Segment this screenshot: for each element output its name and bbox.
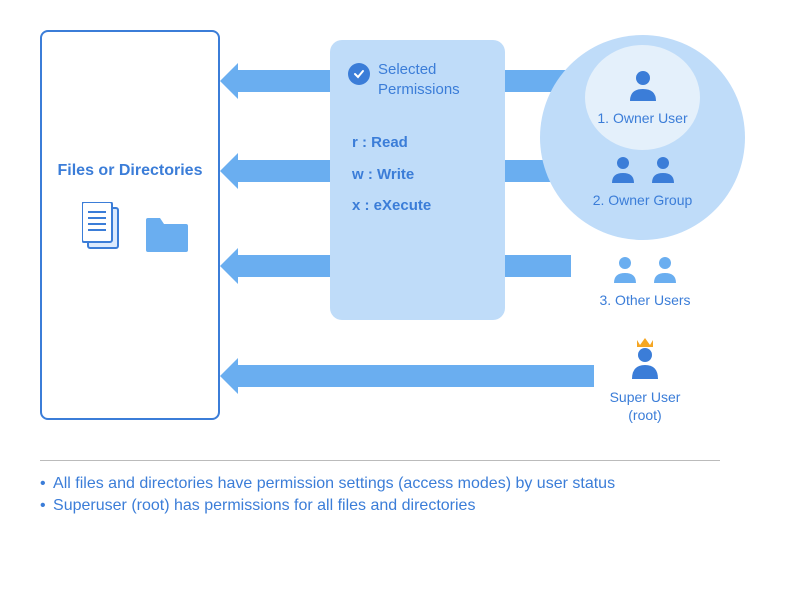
files-box: Files or Directories — [40, 30, 220, 420]
other-label: 3. Other Users — [599, 292, 690, 308]
user-icon — [650, 155, 676, 188]
user-icon — [628, 69, 658, 106]
notes-list: All files and directories have permissio… — [40, 475, 615, 519]
divider — [40, 460, 720, 461]
permissions-list: r : Read w : Write x : eXecute — [348, 127, 487, 222]
owner-label: 1. Owner User — [597, 110, 687, 126]
crown-user-icon — [628, 335, 662, 384]
super-label: Super User(root) — [610, 388, 681, 424]
files-title: Files or Directories — [42, 162, 218, 180]
super-user-section: Super User(root) — [595, 335, 695, 424]
permissions-box: Selected Permissions r : Read w : Write … — [330, 40, 505, 320]
user-icon — [652, 255, 678, 288]
arrow-superuser — [236, 365, 594, 387]
users-circle: 1. Owner User 2. Owner Group — [540, 35, 745, 240]
diagram-container: Files or Directories — [40, 30, 760, 570]
note-2: Superuser (root) has permissions for all… — [40, 497, 615, 515]
user-icon — [612, 255, 638, 288]
folder-icon — [144, 214, 190, 259]
user-icon — [610, 155, 636, 188]
perm-read: r : Read — [352, 127, 487, 159]
perm-execute: x : eXecute — [352, 190, 487, 222]
permissions-title: Selected Permissions — [378, 60, 487, 99]
group-label: 2. Owner Group — [593, 192, 693, 208]
permissions-header: Selected Permissions — [348, 60, 487, 99]
check-icon — [348, 63, 370, 85]
document-icon — [82, 202, 126, 259]
other-users-section: 3. Other Users — [570, 255, 720, 308]
perm-write: w : Write — [352, 159, 487, 191]
file-icons — [82, 202, 190, 259]
note-1: All files and directories have permissio… — [40, 475, 615, 493]
owner-user-circle: 1. Owner User — [585, 45, 700, 150]
owner-group-section: 2. Owner Group — [540, 155, 745, 208]
